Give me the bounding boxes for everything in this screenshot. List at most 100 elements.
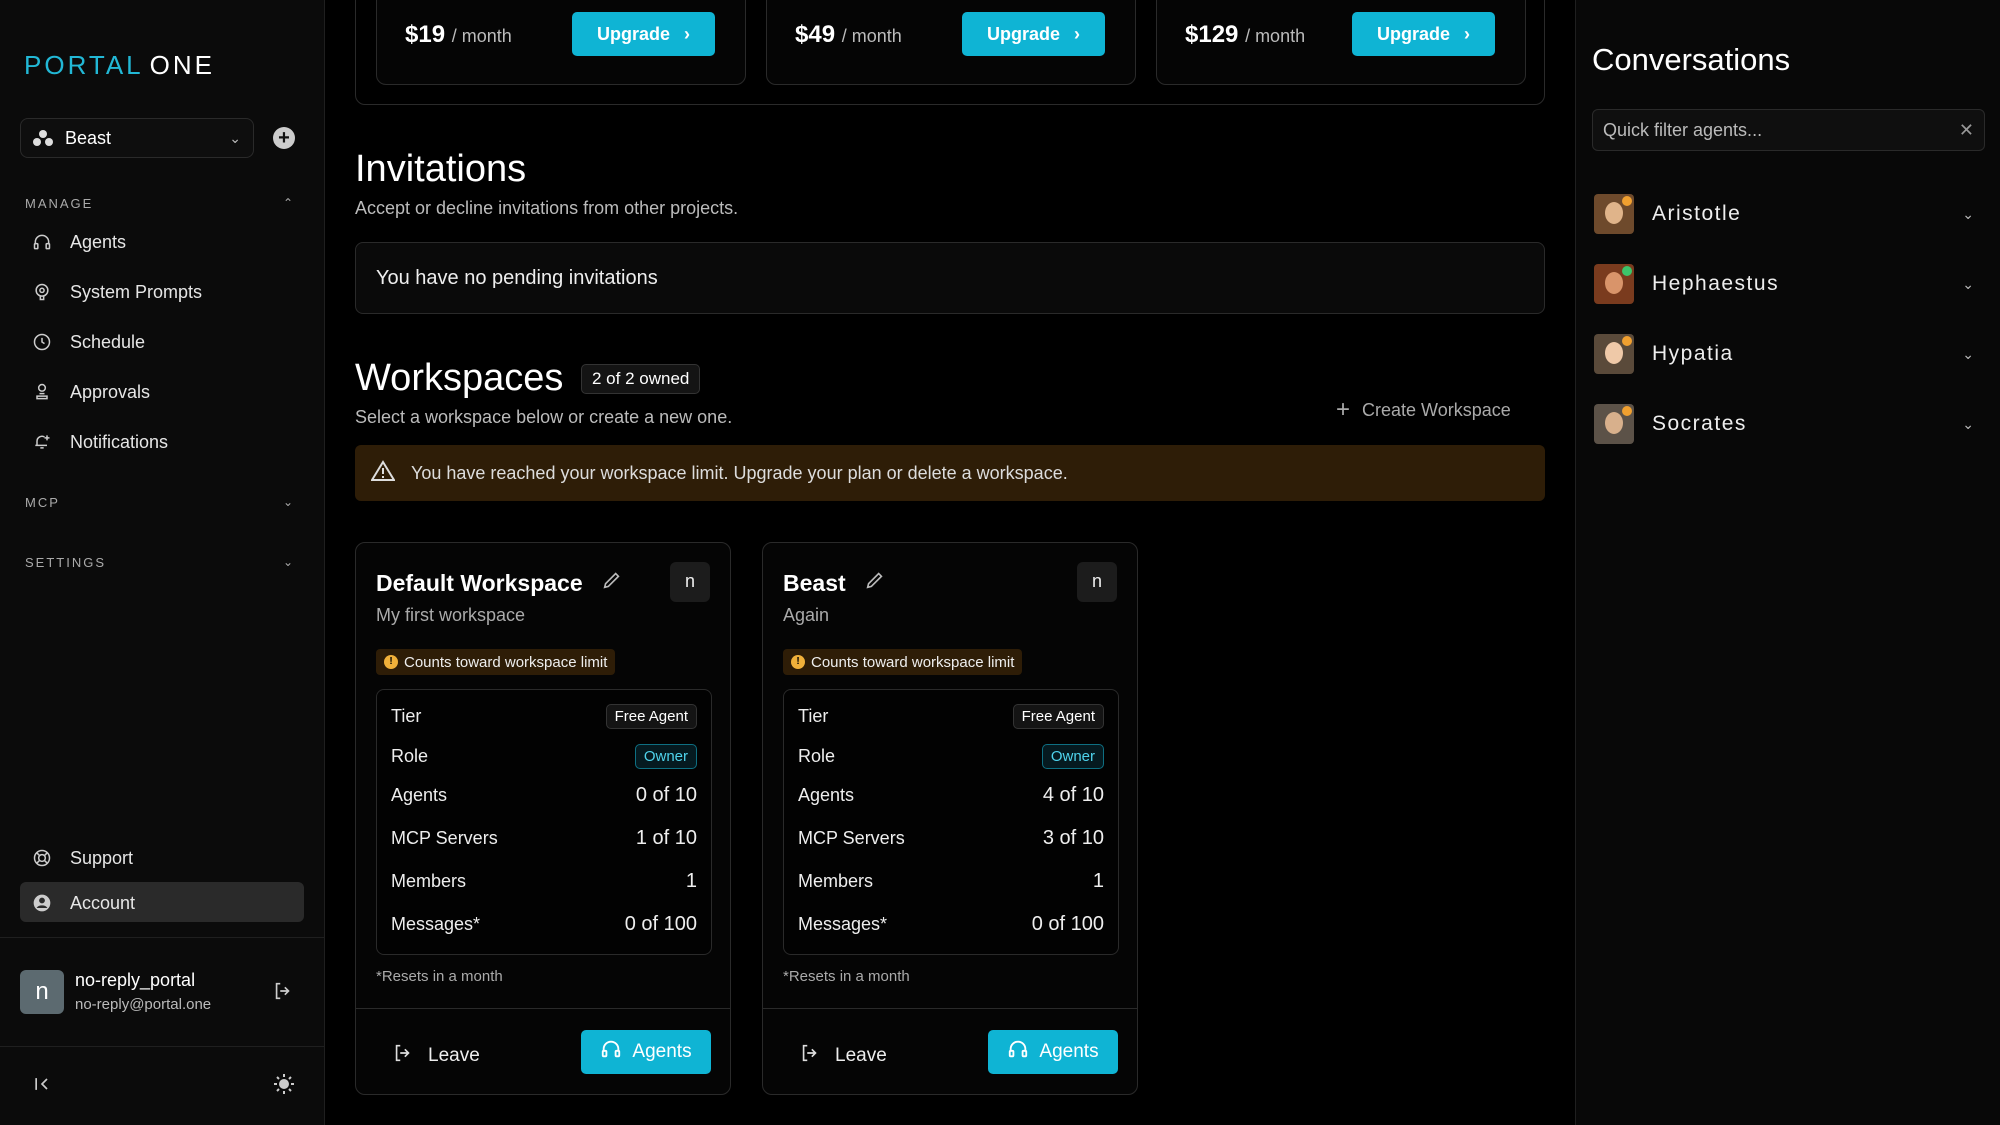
workspaces-subtitle: Select a workspace below or create a new… <box>355 407 733 427</box>
sidebar: PORTAL ONE Beast ⌄ + MANAGE ⌃ Agents Syste… <box>0 0 325 1125</box>
mcp-section-header[interactable]: MCP ⌄ <box>25 495 295 510</box>
chevron-down-icon[interactable]: ⌄ <box>1962 346 1974 363</box>
workspace-description: Again <box>783 605 830 625</box>
pencil-icon[interactable] <box>864 569 886 597</box>
warning-triangle-icon <box>370 459 396 487</box>
sidebar-item-account[interactable]: Account <box>30 891 135 915</box>
plan-card: $129 / month Upgrade › <box>1156 0 1526 85</box>
status-dot <box>1622 336 1632 346</box>
workspace-name: Default Workspace <box>376 569 583 596</box>
person-stamp-icon <box>30 380 54 404</box>
avatar[interactable]: n <box>20 970 64 1014</box>
status-dot <box>1622 406 1632 416</box>
agent-row[interactable]: Aristotle ⌄ <box>1594 194 1974 234</box>
upgrade-button[interactable]: Upgrade › <box>572 12 715 56</box>
member-avatar-badge[interactable]: n <box>670 562 710 602</box>
sidebar-item-notifications[interactable]: Notifications <box>30 430 168 454</box>
tier-badge: Free Agent <box>605 704 697 729</box>
close-icon[interactable]: ✕ <box>1959 120 1974 141</box>
role-badge: Owner <box>1041 744 1104 769</box>
workspace-limit-warning: You have reached your workspace limit. U… <box>355 445 1545 501</box>
chevron-right-icon: › <box>1074 23 1080 44</box>
collapse-sidebar-icon[interactable] <box>32 1074 52 1099</box>
add-workspace-icon[interactable]: + <box>273 127 295 149</box>
brand-logo[interactable]: PORTAL ONE <box>24 50 215 81</box>
stat-tier: Tier Free Agent <box>798 704 1104 729</box>
clock-icon <box>30 330 54 354</box>
chevron-right-icon: › <box>1464 23 1470 44</box>
agent-avatar <box>1594 264 1634 304</box>
agent-avatar <box>1594 194 1634 234</box>
pencil-icon[interactable] <box>601 569 623 597</box>
settings-section-header[interactable]: SETTINGS ⌄ <box>25 555 295 570</box>
stat-role: Role Owner <box>798 744 1104 769</box>
conversations-title: Conversations <box>1592 42 1791 77</box>
sun-icon[interactable] <box>272 1072 296 1101</box>
headset-icon <box>600 1038 622 1066</box>
chevron-down-icon[interactable]: ⌄ <box>1962 206 1974 223</box>
invitations-title: Invitations <box>355 148 527 190</box>
sidebar-item-support[interactable]: Support <box>30 846 133 870</box>
agent-avatar <box>1594 404 1634 444</box>
plan-card: $49 / month Upgrade › <box>766 0 1136 85</box>
sidebar-item-approvals[interactable]: Approvals <box>30 380 150 404</box>
stat-messages: Messages* 0 of 100 <box>391 913 697 935</box>
plan-card: $19 / month Upgrade › <box>376 0 746 85</box>
workspace-card[interactable]: Default Workspace n My first workspace !… <box>355 542 731 1095</box>
manage-section-header[interactable]: MANAGE ⌃ <box>25 196 295 211</box>
agents-button[interactable]: Agents <box>581 1030 711 1074</box>
divider <box>356 1008 730 1009</box>
member-avatar-badge[interactable]: n <box>1077 562 1117 602</box>
upgrade-button[interactable]: Upgrade › <box>962 12 1105 56</box>
chevron-down-icon: ⌄ <box>282 495 295 509</box>
create-workspace-button[interactable]: + Create Workspace <box>1336 396 1511 424</box>
leave-button[interactable]: Leave <box>392 1042 480 1070</box>
workspace-selector-label: Beast <box>65 127 112 148</box>
leave-button[interactable]: Leave <box>799 1042 887 1070</box>
info-icon: ! <box>384 655 398 669</box>
user-email: no-reply@portal.one <box>75 996 212 1013</box>
upgrade-button[interactable]: Upgrade › <box>1352 12 1495 56</box>
stat-agents: Agents 0 of 10 <box>391 784 697 806</box>
stat-agents: Agents 4 of 10 <box>798 784 1104 806</box>
user-name: no-reply_portal <box>75 970 196 990</box>
stat-messages: Messages* 0 of 100 <box>798 913 1104 935</box>
workspace-selector[interactable]: Beast ⌄ <box>20 118 254 158</box>
workspace-description: My first workspace <box>376 605 526 625</box>
chevron-down-icon: ⌄ <box>229 129 241 146</box>
info-icon: ! <box>791 655 805 669</box>
chevron-up-icon: ⌃ <box>282 196 295 210</box>
plan-price: $19 <box>405 21 446 48</box>
reset-note: *Resets in a month <box>783 968 910 985</box>
agent-row[interactable]: Hypatia ⌄ <box>1594 334 1974 374</box>
sidebar-item-agents[interactable]: Agents <box>30 230 126 254</box>
stat-role: Role Owner <box>391 744 697 769</box>
headset-icon <box>30 230 54 254</box>
plan-price: $129 <box>1185 21 1239 48</box>
exit-icon <box>392 1042 414 1070</box>
user-circle-icon <box>30 891 54 915</box>
role-badge: Owner <box>634 744 697 769</box>
agent-row[interactable]: Socrates ⌄ <box>1594 404 1974 444</box>
invitations-subtitle: Accept or decline invitations from other… <box>355 198 739 218</box>
stat-mcp-servers: MCP Servers 1 of 10 <box>391 827 697 849</box>
limit-note-badge: ! Counts toward workspace limit <box>783 649 1023 675</box>
workspace-name: Beast <box>783 569 846 596</box>
reset-note: *Resets in a month <box>376 968 503 985</box>
plan-period: / month <box>841 26 902 46</box>
exit-icon <box>799 1042 821 1070</box>
agents-button[interactable]: Agents <box>988 1030 1118 1074</box>
stat-members: Members 1 <box>391 870 697 892</box>
plan-period: / month <box>1245 26 1306 46</box>
sidebar-item-system-prompts[interactable]: System Prompts <box>30 280 202 304</box>
plan-period: / month <box>451 26 512 46</box>
chevron-down-icon[interactable]: ⌄ <box>1962 276 1974 293</box>
sidebar-item-schedule[interactable]: Schedule <box>30 330 145 354</box>
workspace-card[interactable]: Beast n Again ! Counts toward workspace l… <box>762 542 1138 1095</box>
agent-row[interactable]: Hephaestus ⌄ <box>1594 264 1974 304</box>
tier-badge: Free Agent <box>1012 704 1104 729</box>
agent-filter-input[interactable]: Quick filter agents... ✕ <box>1592 109 1985 151</box>
chevron-down-icon[interactable]: ⌄ <box>1962 416 1974 433</box>
stat-mcp-servers: MCP Servers 3 of 10 <box>798 827 1104 849</box>
logout-icon[interactable] <box>272 980 294 1007</box>
